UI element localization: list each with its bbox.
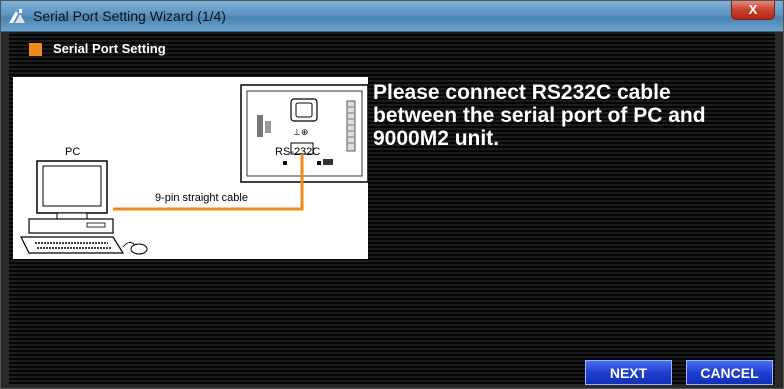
port-label: RS-232C <box>275 146 320 158</box>
title-bar[interactable]: Serial Port Setting Wizard (1/4) X <box>1 1 783 32</box>
instruction-message: Please connect RS232C cable between the … <box>373 81 773 150</box>
connection-illustration: ⊥⊕ RS-232C 9-pin straight cable PC <box>13 77 369 259</box>
message-line-3: 9000M2 unit. <box>373 127 500 150</box>
svg-text:⊥⊕: ⊥⊕ <box>293 127 308 137</box>
wizard-window: Serial Port Setting Wizard (1/4) X Seria… <box>0 0 784 389</box>
message-line-2: between the serial port of PC and <box>373 104 706 127</box>
next-button[interactable]: NEXT <box>585 360 672 385</box>
cancel-button[interactable]: CANCEL <box>686 360 773 385</box>
device-unit-icon: ⊥⊕ <box>240 84 369 183</box>
cable-label: 9-pin straight cable <box>155 192 248 204</box>
section-title: Serial Port Setting <box>53 41 166 56</box>
close-button[interactable]: X <box>731 1 775 20</box>
app-icon <box>9 9 25 23</box>
wizard-content: Serial Port Setting ⊥⊕ RS-232C 9-pin str… <box>9 32 775 385</box>
window-title: Serial Port Setting Wizard (1/4) <box>33 8 226 24</box>
pc-label: PC <box>65 146 80 158</box>
message-line-1: Please connect RS232C cable <box>373 81 671 104</box>
section-bullet-icon <box>29 43 42 56</box>
